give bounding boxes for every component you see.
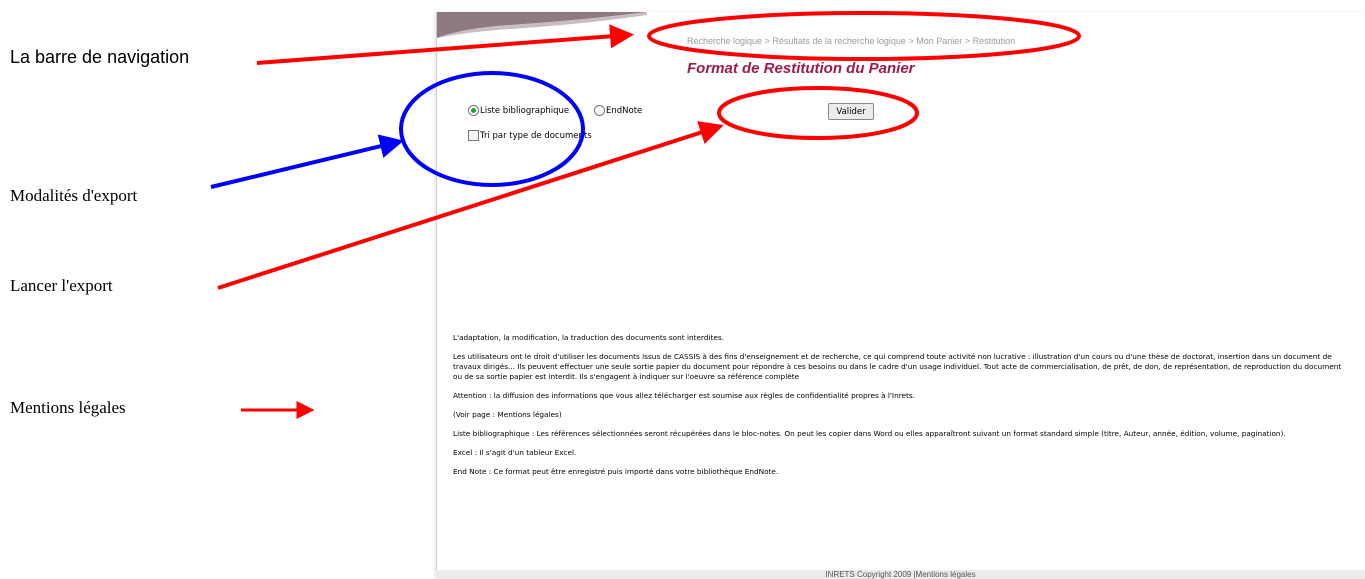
legal-paragraph: (Voir page : Mentions légales) [453, 410, 562, 419]
breadcrumb-separator: > [764, 36, 770, 46]
breadcrumb-separator: > [908, 36, 914, 46]
page-title: Format de Restitution du Panier [687, 60, 915, 77]
page-screenshot: Recherche logique > Résultats de la rech… [436, 12, 1365, 579]
radio-endnote-label: EndNote [606, 105, 643, 116]
breadcrumb-item-mon-panier[interactable]: Mon Panier [916, 36, 962, 46]
legal-paragraph: Attention : la diffusion des information… [453, 391, 916, 400]
legal-paragraph: Liste bibliographique : Les références s… [453, 429, 1286, 438]
breadcrumb: Recherche logique > Résultats de la rech… [687, 36, 1015, 46]
legal-paragraph: Excel : Il s'agit d'un tableur Excel. [453, 448, 577, 457]
annotation-export-options-label: Modalités d'export [10, 186, 138, 205]
legal-paragraph: End Note : Ce format peut être enregistr… [453, 467, 779, 476]
legal-paragraph: Les utilisateurs ont le droit d'utiliser… [453, 352, 1342, 381]
annotation-launch-export-label: Lancer l'export [10, 276, 113, 295]
radio-button[interactable] [594, 105, 605, 116]
annotation-legal-notices-label: Mentions légales [10, 398, 126, 417]
breadcrumb-item-recherche-logique[interactable]: Recherche logique [687, 36, 762, 46]
checkbox[interactable] [468, 130, 479, 141]
radio-liste-bibliographique[interactable]: Liste bibliographique [468, 105, 569, 116]
breadcrumb-item-restitution: Restitution [972, 36, 1016, 46]
header-swoosh-decoration [437, 12, 647, 38]
annotation-navigation-label: La barre de navigation [10, 47, 190, 67]
radio-liste-label: Liste bibliographique [480, 105, 570, 116]
valider-button[interactable]: Valider [828, 103, 874, 120]
page-footer: INRETS Copyright 2009 |Mentions légales [436, 570, 1365, 579]
legal-paragraph: L'adaptation, la modification, la traduc… [453, 333, 724, 342]
checkbox-tri-par-type[interactable]: Tri par type de documents [468, 130, 592, 141]
radio-endnote[interactable]: EndNote [594, 105, 642, 116]
radio-button-checked[interactable] [468, 105, 479, 116]
checkbox-tri-label: Tri par type de documents [480, 130, 592, 141]
export-options-arrow [210, 134, 404, 189]
breadcrumb-item-resultats[interactable]: Résultats de la recherche logique [772, 36, 906, 46]
breadcrumb-separator: > [964, 36, 971, 46]
legal-notices-section: L'adaptation, la modification, la traduc… [453, 333, 1343, 486]
